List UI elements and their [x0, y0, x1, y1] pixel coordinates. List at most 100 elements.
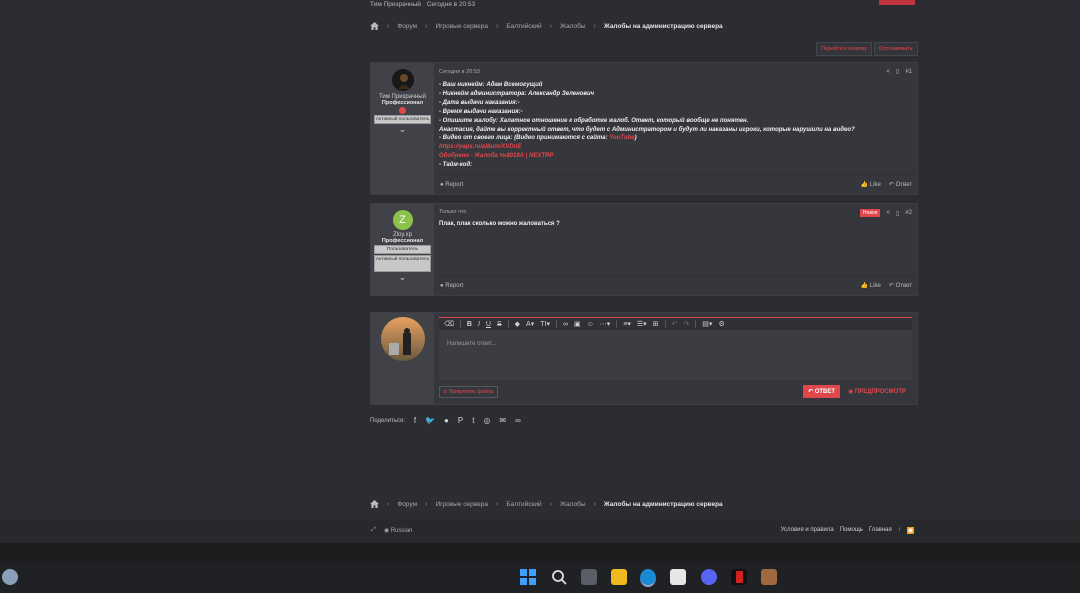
task-view-icon[interactable]: [581, 569, 597, 585]
submit-reply-button[interactable]: ↶ ОТВЕТ: [803, 385, 841, 398]
attach-files-button[interactable]: ⊘ Прикрепить файлы: [439, 386, 498, 398]
color-icon[interactable]: ◆: [515, 320, 520, 328]
post-1: Тим Призрачный Профессионал Активный пол…: [370, 62, 918, 195]
start-icon[interactable]: [520, 569, 536, 585]
chevron-down-icon[interactable]: ⌄: [371, 124, 434, 135]
post-number[interactable]: #1: [905, 69, 912, 75]
language-chooser[interactable]: ◉ Russian: [384, 527, 413, 534]
breadcrumb-forum[interactable]: Форум: [397, 23, 417, 30]
undo-icon[interactable]: ↶: [672, 320, 678, 328]
weather-icon[interactable]: [2, 569, 18, 585]
rss-icon[interactable]: ◉: [906, 527, 914, 534]
settings-icon[interactable]: ⚙: [718, 320, 724, 328]
reply-button[interactable]: ↶ Ответ: [889, 282, 912, 289]
email-icon[interactable]: ✉: [499, 416, 506, 425]
file-explorer-icon[interactable]: [611, 569, 627, 585]
more-icon[interactable]: ⋯▾: [600, 320, 611, 328]
reply-user-panel: [371, 313, 434, 404]
discord-icon[interactable]: [701, 569, 717, 585]
report-button[interactable]: ● Report: [440, 182, 463, 188]
home-link[interactable]: Главная: [869, 527, 892, 534]
home-icon[interactable]: [370, 500, 379, 508]
font-size-icon[interactable]: TI▾: [540, 320, 550, 328]
top-action-button[interactable]: [879, 0, 915, 5]
like-button[interactable]: 👍 Like: [861, 181, 881, 188]
line-question: Анастасия, дайте вы корректный ответ, чт…: [439, 126, 855, 133]
list-icon[interactable]: ☰▾: [637, 320, 647, 328]
app-icon[interactable]: [761, 569, 777, 585]
share-icon[interactable]: <: [886, 210, 890, 216]
footer-left: ⤢ ◉ Russian: [371, 527, 412, 534]
line-description: - Опишите жалобу: Халатное отношение к о…: [439, 117, 749, 124]
strike-icon[interactable]: S: [497, 321, 502, 328]
italic-icon[interactable]: I: [478, 321, 480, 328]
preview-button[interactable]: ◉ ПРЕДПРОСМОТР: [848, 388, 906, 395]
breadcrumb-complaints[interactable]: Жалобы: [560, 501, 586, 508]
whatsapp-icon[interactable]: ◎: [483, 416, 490, 425]
bookmark-icon[interactable]: ▯: [896, 68, 899, 75]
scroll-top-icon[interactable]: ↑: [898, 527, 901, 534]
home-icon[interactable]: [370, 22, 379, 30]
post-body: Сегодня в 20:53 < ▯ #1 - Ваш никнейм: Ад…: [435, 63, 917, 194]
underline-icon[interactable]: U: [486, 321, 491, 328]
align-icon[interactable]: ≡▾: [623, 320, 631, 328]
post-user-panel: Тим Призрачный Профессионал Активный пол…: [371, 63, 434, 194]
breadcrumb: › Форум › Игровые сервера › Балтийский › Жал…: [370, 22, 723, 30]
eraser-icon[interactable]: ⌫: [444, 320, 454, 328]
chevron-down-icon[interactable]: ⌄: [371, 272, 434, 283]
facebook-icon[interactable]: f: [414, 416, 416, 425]
avatar[interactable]: Z: [392, 210, 413, 230]
link-icon[interactable]: ∞: [515, 416, 521, 425]
line-time: - Время выдачи наказания:-: [439, 108, 523, 115]
link-icon[interactable]: ∞: [563, 321, 568, 328]
pinterest-icon[interactable]: P: [458, 416, 463, 425]
breadcrumb-baltic[interactable]: Балтийский: [506, 23, 541, 30]
tumblr-icon[interactable]: t: [472, 416, 474, 425]
search-icon[interactable]: [551, 569, 567, 585]
post-footer: ● Report 👍 Like ↶ Ответ: [435, 275, 917, 295]
author-link[interactable]: Тим Призрачный: [370, 1, 421, 8]
font-icon[interactable]: A▾: [526, 320, 534, 328]
breadcrumb-servers[interactable]: Игровые сервера: [435, 23, 488, 30]
user-badge: Активный пользователь: [374, 115, 431, 124]
like-button[interactable]: 👍 Like: [861, 282, 881, 289]
go-to-new-button[interactable]: Перейти к новому: [816, 42, 872, 56]
avatar: [380, 317, 425, 361]
complaint-link[interactable]: Одобрено - Жалоба №8018А | NEXTRP: [439, 152, 855, 161]
reply-button[interactable]: ↶ Ответ: [889, 181, 912, 188]
edge-icon[interactable]: [640, 569, 656, 587]
redo-icon[interactable]: ↷: [683, 320, 689, 328]
site-footer: ⤢ ◉ Russian Условия и правила Помощь Гла…: [0, 520, 1080, 543]
bookmark-icon[interactable]: ▯: [896, 210, 899, 217]
game-icon[interactable]: [731, 569, 747, 585]
watch-button[interactable]: Отслеживать: [873, 42, 918, 56]
reply-input[interactable]: Напишите ответ...: [439, 330, 912, 358]
post-time[interactable]: Только что: [439, 209, 466, 215]
breadcrumb-baltic[interactable]: Балтийский: [506, 501, 541, 508]
breadcrumb-forum[interactable]: Форум: [397, 501, 417, 508]
post-time[interactable]: Сегодня в 20:53: [439, 69, 480, 75]
twitter-icon[interactable]: 🐦: [425, 416, 435, 425]
expand-icon[interactable]: ⤢: [371, 527, 376, 534]
avatar[interactable]: [391, 69, 414, 91]
emoji-icon[interactable]: ☺: [587, 321, 594, 328]
table-icon[interactable]: ⊞: [653, 320, 659, 328]
preview-toggle-icon[interactable]: ▤▾: [702, 320, 712, 328]
breadcrumb-servers[interactable]: Игровые сервера: [435, 501, 488, 508]
post-number[interactable]: #2: [905, 210, 912, 216]
post-content: Плак, плак сколько можно жаловаться ?: [439, 221, 560, 227]
terms-link[interactable]: Условия и правила: [781, 527, 834, 534]
report-button[interactable]: ● Report: [440, 283, 463, 289]
album-link[interactable]: https://yapx.ru/album/XVDnE: [439, 143, 855, 152]
image-icon[interactable]: ▣: [574, 320, 581, 328]
reddit-icon[interactable]: ●: [444, 416, 449, 425]
youtube-link[interactable]: YouTube: [609, 135, 634, 141]
bold-icon[interactable]: B: [467, 321, 472, 328]
award-icon: [399, 107, 406, 114]
breadcrumb-complaints[interactable]: Жалобы: [560, 23, 586, 30]
store-icon[interactable]: [670, 569, 686, 585]
share-icon[interactable]: <: [886, 69, 890, 75]
user-title: Профессионал: [381, 100, 424, 106]
thread-time: Сегодня в 20:53: [426, 1, 476, 8]
help-link[interactable]: Помощь: [840, 527, 863, 534]
